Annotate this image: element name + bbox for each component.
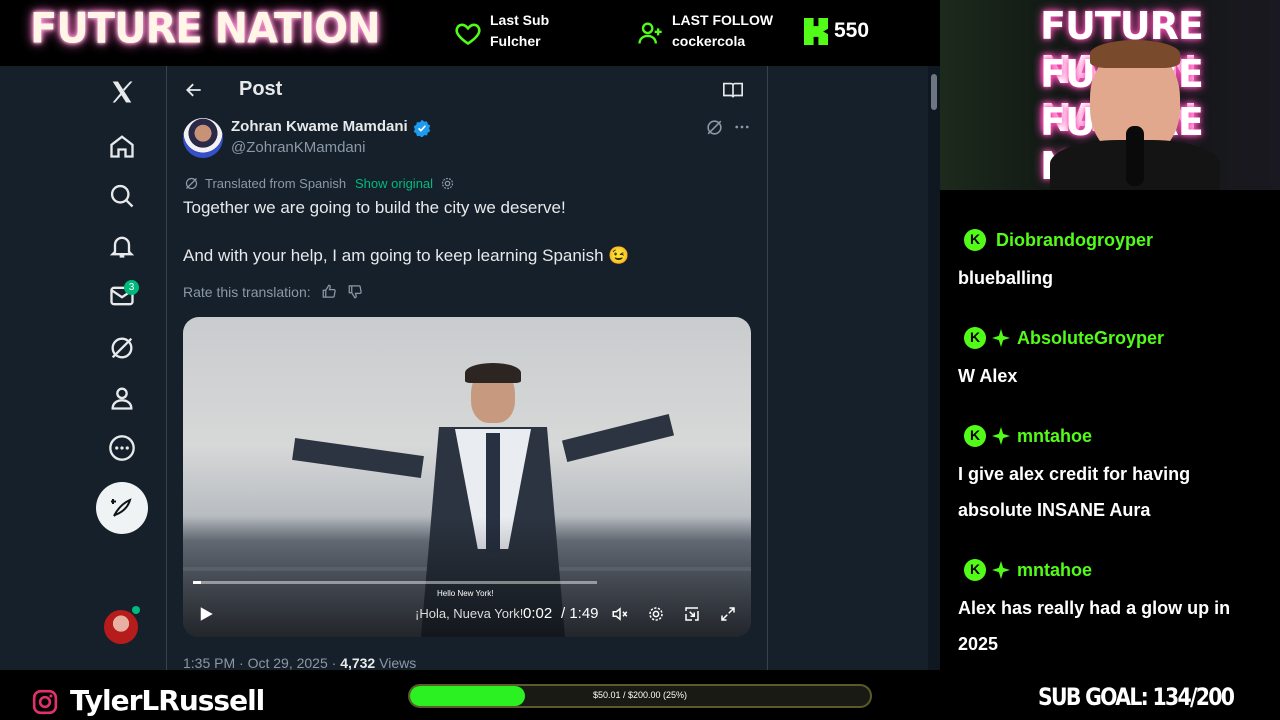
video-player[interactable]: Hello New York! ¡Hola, Nueva York! 0:02 …: [183, 317, 751, 637]
post-timestamp: 1:35 PM · Oct 29, 2025 · 4,732 Views: [183, 655, 417, 670]
chat-username[interactable]: AbsoluteGroyper: [1017, 328, 1164, 349]
views-count: 4,732: [340, 655, 376, 670]
reader-mode-icon[interactable]: [722, 79, 744, 101]
post-text-line2: And with your help, I am going to keep l…: [183, 246, 630, 265]
settings-gear-icon[interactable]: [440, 176, 455, 191]
video-current-time: 0:02: [523, 605, 553, 622]
post-button[interactable]: [96, 482, 148, 534]
chat-username[interactable]: mntahoe: [1017, 426, 1092, 447]
sub-goal-text: SUB GOAL: 134/200: [1038, 683, 1235, 711]
chat-username[interactable]: mntahoe: [1017, 560, 1092, 581]
kick-badge-icon: [964, 327, 986, 349]
subscriber-badge-icon: [992, 561, 1010, 579]
column-divider: [767, 66, 768, 670]
instagram-icon: [32, 689, 58, 715]
kick-badge-icon: [964, 425, 986, 447]
last-sub-name: Fulcher: [490, 33, 541, 49]
search-icon[interactable]: [108, 182, 136, 210]
author-handle[interactable]: @ZohranKMamdani: [231, 139, 365, 156]
kick-badge-icon: [964, 559, 986, 581]
add-user-icon: [638, 22, 662, 44]
profile-icon[interactable]: [108, 384, 136, 412]
subscriber-badge-icon: [992, 329, 1010, 347]
subscriber-badge-icon: [992, 427, 1010, 445]
play-icon[interactable]: [197, 605, 215, 623]
chat-panel: Diobrandogroyper blueballing AbsoluteGro…: [940, 190, 1280, 670]
home-icon[interactable]: [108, 132, 136, 160]
last-sub-widget: Last Sub Fulcher: [454, 10, 574, 54]
chat-message: W Alex: [958, 366, 1018, 386]
fullscreen-icon[interactable]: [719, 605, 737, 623]
show-original-link[interactable]: Show original: [355, 176, 433, 191]
heart-icon: [455, 23, 481, 46]
more-icon[interactable]: [108, 434, 136, 462]
online-indicator: [132, 606, 140, 614]
brand-logo: FUTURE NATION: [30, 4, 381, 54]
column-divider: [166, 66, 167, 670]
back-arrow-icon[interactable]: [184, 80, 204, 100]
chat-username[interactable]: Diobrandogroyper: [996, 230, 1153, 251]
wink-emoji: 😉: [608, 246, 630, 265]
views-label: Views: [379, 655, 417, 670]
kick-follower-count: 550: [834, 19, 870, 42]
verified-badge-icon: [413, 119, 431, 137]
author-name[interactable]: Zohran Kwame Mamdani: [231, 118, 408, 135]
grok-icon[interactable]: [705, 118, 724, 137]
scrollbar-track[interactable]: [928, 66, 940, 670]
author-avatar[interactable]: [183, 118, 223, 158]
microphone: [1126, 126, 1144, 186]
chat-message: I give alex credit for having absolute I…: [958, 464, 1191, 520]
more-options-icon[interactable]: [733, 118, 751, 136]
video-subject-left-arm: [292, 438, 424, 478]
video-caption-spanish: ¡Hola, Nueva York!: [415, 606, 524, 621]
donation-goal-text: $50.01 / $200.00 (25%): [592, 690, 688, 700]
x-logo-icon[interactable]: [108, 78, 136, 106]
streamer-hair: [1090, 40, 1180, 68]
last-sub-label: Last Sub: [490, 12, 550, 28]
video-progress-track[interactable]: [193, 581, 597, 584]
scrollbar-thumb[interactable]: [931, 74, 937, 110]
settings-gear-icon[interactable]: [647, 605, 665, 623]
translated-label: Translated from Spanish: [205, 176, 347, 191]
last-follow-label: LAST FOLLOW: [672, 12, 774, 28]
video-subject-right-arm: [561, 414, 675, 462]
instagram-handle: TylerLRussell: [70, 684, 265, 717]
grok-icon[interactable]: [108, 334, 136, 362]
messages-badge: 3: [124, 280, 139, 295]
page-title: Post: [239, 78, 283, 100]
last-follow-widget: LAST FOLLOW cockercola: [636, 10, 786, 54]
thumbs-down-icon[interactable]: [348, 284, 363, 299]
thumbs-up-icon[interactable]: [322, 284, 337, 299]
x-app-window: 3 Post Zohran Kwame Mamdani @ZohranKMamd…: [0, 66, 940, 670]
chat-message: blueballing: [958, 268, 1054, 288]
rate-translation-label: Rate this translation:: [183, 284, 311, 300]
video-subject-hair: [465, 363, 521, 383]
notifications-icon[interactable]: [108, 232, 136, 260]
post-feather-icon: [111, 498, 132, 517]
kick-badge-icon: [964, 229, 986, 251]
webcam-feed: FUTURE NATION FUTURE NATION FUTURE NATIO…: [940, 0, 1280, 190]
video-progress-fill: [193, 581, 201, 584]
picture-in-picture-icon[interactable]: [683, 605, 701, 623]
last-follow-name: cockercola: [672, 33, 746, 49]
chat-message: Alex has really had a glow up in 2025: [958, 598, 1231, 654]
sidebar-nav: 3: [96, 66, 166, 670]
post-text-line1: Together we are going to build the city …: [183, 198, 566, 217]
grok-icon: [185, 177, 198, 190]
video-duration: / 1:49: [561, 605, 599, 622]
account-avatar[interactable]: [104, 610, 138, 644]
video-caption-english: Hello New York!: [437, 589, 494, 598]
mute-icon[interactable]: [611, 605, 629, 623]
